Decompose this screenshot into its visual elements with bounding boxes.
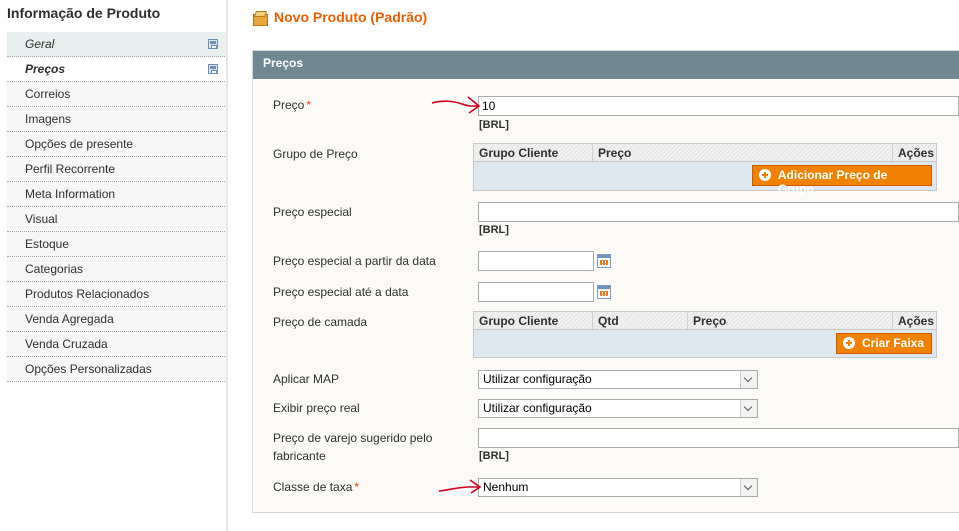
sidebar-item-label: Perfil Recorrente <box>25 162 116 176</box>
msrp-label: Preço de varejo sugerido pelo fabricante <box>273 429 432 465</box>
column-header: Grupo Cliente <box>474 144 593 161</box>
apply-map-label: Aplicar MAP <box>273 372 340 386</box>
sidebar-item-label: Correios <box>25 87 71 101</box>
special-from-date-input[interactable] <box>478 251 594 271</box>
price-currency-note: [BRL] <box>479 119 509 131</box>
select-value: Nenhum <box>483 480 529 494</box>
sidebar-title: Informação de Produto <box>7 5 161 21</box>
sidebar-tab-list: Geral Preços Correios Imagens Opções de … <box>7 32 227 382</box>
sidebar-item-label: Opções de presente <box>25 137 134 151</box>
chevron-down-icon <box>740 479 757 496</box>
msrp-currency-note: [BRL] <box>479 450 509 462</box>
price-label: Preço * <box>273 96 311 114</box>
apply-map-select[interactable]: Utilizar configuração <box>478 370 758 389</box>
sidebar-item-meta-information[interactable]: Meta Information <box>7 182 227 207</box>
sidebar-item-venda-agregada[interactable]: Venda Agregada <box>7 307 227 332</box>
price-label-text: Preço <box>273 98 305 112</box>
button-label: Criar Faixa <box>862 336 925 350</box>
annotation-arrow-icon <box>431 96 481 114</box>
sidebar-item-venda-cruzada[interactable]: Venda Cruzada <box>7 332 227 357</box>
sidebar-item-label: Preços <box>25 62 66 76</box>
button-label: Adicionar Preço de Grupo <box>777 168 888 196</box>
tax-class-select[interactable]: Nenhum <box>478 478 758 497</box>
required-mark: * <box>306 98 312 112</box>
page-header: Novo Produto (Padrão) <box>252 6 427 28</box>
show-actual-price-label: Exibir preço real <box>273 401 360 415</box>
sidebar-item-estoque[interactable]: Estoque <box>7 232 227 257</box>
group-price-grid-header: Grupo Cliente Preço Ações <box>474 144 936 162</box>
special-to-date-input[interactable] <box>478 282 594 302</box>
sidebar-item-label: Venda Agregada <box>25 312 114 326</box>
tier-price-label: Preço de camada <box>273 315 368 329</box>
msrp-label-line: Preço de varejo sugerido pelo <box>273 431 433 445</box>
sidebar-divider <box>226 0 228 531</box>
chevron-down-icon <box>740 371 757 388</box>
save-icon <box>208 64 218 74</box>
sidebar-item-label: Venda Cruzada <box>25 337 108 351</box>
price-input[interactable] <box>478 96 959 116</box>
calendar-icon[interactable] <box>597 285 611 299</box>
product-box-icon <box>252 10 268 26</box>
tax-class-label-text: Classe de taxa <box>273 480 353 494</box>
special-from-date-label: Preço especial a partir da data <box>273 254 436 268</box>
sidebar-item-label: Imagens <box>25 112 72 126</box>
create-tier-button[interactable]: Criar Faixa <box>836 333 932 354</box>
add-group-price-button[interactable]: Adicionar Preço de Grupo <box>752 165 932 196</box>
special-price-currency-note: [BRL] <box>479 224 509 236</box>
special-to-date-label: Preço especial até a data <box>273 285 409 299</box>
sidebar-item-precos[interactable]: Preços <box>7 57 227 82</box>
sidebar-item-label: Visual <box>25 212 58 226</box>
sidebar-item-visual[interactable]: Visual <box>7 207 227 232</box>
sidebar-item-label: Produtos Relacionados <box>25 287 150 301</box>
annotation-arrow-icon <box>438 479 482 494</box>
special-price-input[interactable] <box>478 202 959 222</box>
tax-class-label: Classe de taxa * <box>273 478 359 496</box>
sidebar-item-opcoes-de-presente[interactable]: Opções de presente <box>7 132 227 157</box>
select-value: Utilizar configuração <box>483 372 592 386</box>
special-price-label: Preço especial <box>273 205 352 219</box>
column-header: Ações <box>898 314 935 328</box>
plus-icon <box>759 169 771 181</box>
sidebar-item-label: Estoque <box>25 237 70 251</box>
sidebar-item-label: Geral <box>25 37 55 51</box>
select-value: Utilizar configuração <box>483 401 592 415</box>
sidebar-item-label: Opções Personalizadas <box>25 362 152 376</box>
calendar-icon[interactable] <box>597 254 611 268</box>
column-header: Ações <box>898 146 935 160</box>
msrp-label-line: fabricante <box>273 449 326 463</box>
product-info-sidebar: Informação de Produto Geral Preços Corre… <box>0 0 228 531</box>
group-price-label: Grupo de Preço <box>273 147 358 161</box>
sidebar-item-geral[interactable]: Geral <box>7 32 227 57</box>
sidebar-item-categorias[interactable]: Categorias <box>7 257 227 282</box>
column-header: Preço <box>688 312 893 329</box>
tier-price-grid-header: Grupo Cliente Qtd Preço Ações <box>474 312 936 330</box>
save-icon <box>208 39 218 49</box>
sidebar-item-correios[interactable]: Correios <box>7 82 227 107</box>
page-title: Novo Produto (Padrão) <box>274 9 428 25</box>
plus-icon <box>843 337 855 349</box>
sidebar-item-label: Meta Information <box>25 187 116 201</box>
sidebar-item-imagens[interactable]: Imagens <box>7 107 227 132</box>
sidebar-item-produtos-relacionados[interactable]: Produtos Relacionados <box>7 282 227 307</box>
sidebar-item-perfil-recorrente[interactable]: Perfil Recorrente <box>7 157 227 182</box>
required-mark: * <box>354 480 360 494</box>
column-header: Preço <box>593 144 893 161</box>
column-header: Grupo Cliente <box>474 312 593 329</box>
chevron-down-icon <box>740 400 757 417</box>
column-header: Qtd <box>593 312 688 329</box>
section-title: Preços <box>253 51 959 79</box>
show-actual-price-select[interactable]: Utilizar configuração <box>478 399 758 418</box>
msrp-input[interactable] <box>478 428 959 448</box>
sidebar-item-opcoes-personalizadas[interactable]: Opções Personalizadas <box>7 357 227 382</box>
sidebar-item-label: Categorias <box>25 262 84 276</box>
